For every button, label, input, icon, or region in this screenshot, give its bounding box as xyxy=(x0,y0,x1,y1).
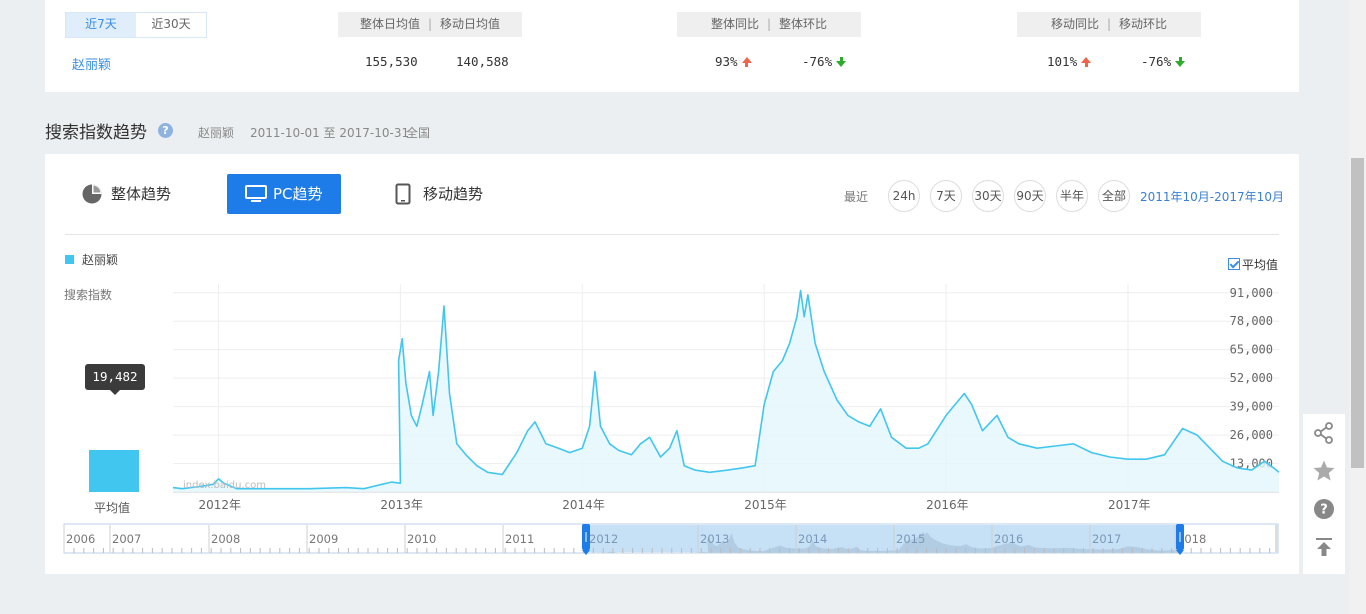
overall-mom-label: 整体环比 xyxy=(779,17,828,31)
trend-chart[interactable]: 91,00078,00065,00052,00039,00026,00013,0… xyxy=(45,154,1299,574)
tab-30-days[interactable]: 近30天 xyxy=(136,13,206,37)
mobile-avg-value: 140,588 xyxy=(456,54,509,69)
y-tick-label: 26,000 xyxy=(1230,428,1273,442)
overall-yoy-label: 整体同比 xyxy=(710,17,759,31)
share-icon xyxy=(1314,422,1333,444)
mobile-mom-text: -76% xyxy=(1141,54,1172,69)
header-separator: | xyxy=(766,17,772,31)
overall-yoy-value: 93% xyxy=(715,54,752,69)
section-date-range: 2011-10-01 至 2017-10-31 xyxy=(250,126,410,140)
overview-year-label: 2012 xyxy=(589,532,618,546)
mobile-mom-label: 移动环比 xyxy=(1119,17,1168,31)
period-tabs: 近7天 近30天 xyxy=(65,12,207,38)
x-tick-label: 2017年 xyxy=(1108,498,1151,512)
svg-text:?: ? xyxy=(1320,503,1328,518)
overview-year-label: 2015 xyxy=(896,532,925,546)
arrow-up-icon xyxy=(1081,57,1092,67)
trend-card: 整体趋势 PC趋势 移动趋势 最近 24h 7天 30天 90天 半年 全部 2… xyxy=(45,154,1299,574)
mobile-ratio-header: 移动同比 | 移动环比 xyxy=(1017,12,1201,37)
mobile-yoy-label: 移动同比 xyxy=(1050,17,1099,31)
x-tick-label: 2013年 xyxy=(380,498,423,512)
mobile-avg-label: 移动日均值 xyxy=(440,17,501,31)
back-to-top-button[interactable] xyxy=(1303,528,1345,566)
section-title: 搜索指数趋势 xyxy=(45,123,147,143)
help-button[interactable]: ? xyxy=(1303,490,1345,528)
overview-year-label: 2013 xyxy=(700,532,729,546)
arrow-down-icon xyxy=(1175,57,1186,67)
back-to-top-icon xyxy=(1316,538,1332,556)
x-tick-label: 2014年 xyxy=(562,498,605,512)
star-icon xyxy=(1313,460,1335,481)
overview-year-label: 2017 xyxy=(1092,532,1121,546)
y-tick-label: 65,000 xyxy=(1230,343,1273,357)
mobile-yoy-text: 101% xyxy=(1047,54,1078,69)
keyword-link[interactable]: 赵丽颖 xyxy=(72,54,111,73)
mobile-mom-value: -76% xyxy=(1141,54,1186,69)
stats-card: 近7天 近30天 赵丽颖 整体日均值 | 移动日均值 155,530 140,588… xyxy=(45,0,1299,92)
y-tick-label: 52,000 xyxy=(1230,371,1273,385)
help-circle-icon: ? xyxy=(1314,499,1334,519)
avg-header: 整体日均值 | 移动日均值 xyxy=(338,12,522,37)
y-tick-label: 39,000 xyxy=(1230,400,1273,414)
floating-toolbar: ? xyxy=(1303,414,1345,574)
watermark: index.baidu.com xyxy=(183,480,266,491)
overview-year-label: 2006 xyxy=(66,532,95,546)
share-button[interactable] xyxy=(1303,414,1345,452)
section-region: 全国 xyxy=(406,126,431,140)
x-tick-label: 2012年 xyxy=(198,498,241,512)
overall-yoy-text: 93% xyxy=(715,54,738,69)
x-tick-label: 2015年 xyxy=(744,498,787,512)
header-separator: | xyxy=(1106,17,1112,31)
overview-year-label: 2010 xyxy=(407,532,436,546)
mobile-yoy-value: 101% xyxy=(1047,54,1092,69)
overview-year-label: 2016 xyxy=(994,532,1023,546)
overview-year-label: 2008 xyxy=(211,532,240,546)
overview-year-label: 2014 xyxy=(798,532,827,546)
help-icon[interactable]: ? xyxy=(158,123,173,138)
overview-year-label: 2007 xyxy=(112,532,141,546)
overall-avg-label: 整体日均值 xyxy=(359,17,420,31)
arrow-down-icon xyxy=(836,57,847,67)
overview-selection xyxy=(586,525,1180,552)
overall-mom-text: -76% xyxy=(802,54,833,69)
y-tick-label: 91,000 xyxy=(1230,286,1273,300)
overview-year-label: 2011 xyxy=(505,532,534,546)
overview-edge xyxy=(1275,525,1278,552)
x-tick-label: 2016年 xyxy=(926,498,969,512)
section-keyword: 赵丽颖 xyxy=(198,126,235,140)
header-separator: | xyxy=(427,17,433,31)
ratio-header: 整体同比 | 整体环比 xyxy=(677,12,861,37)
overview-year-label: 2009 xyxy=(309,532,338,546)
overall-avg-value: 155,530 xyxy=(365,54,418,69)
page-scrollbar-thumb[interactable] xyxy=(1351,158,1364,468)
favorite-button[interactable] xyxy=(1303,452,1345,490)
y-tick-label: 78,000 xyxy=(1230,314,1273,328)
arrow-up-icon xyxy=(741,57,752,67)
tab-7-days[interactable]: 近7天 xyxy=(66,13,136,37)
overall-mom-value: -76% xyxy=(802,54,847,69)
